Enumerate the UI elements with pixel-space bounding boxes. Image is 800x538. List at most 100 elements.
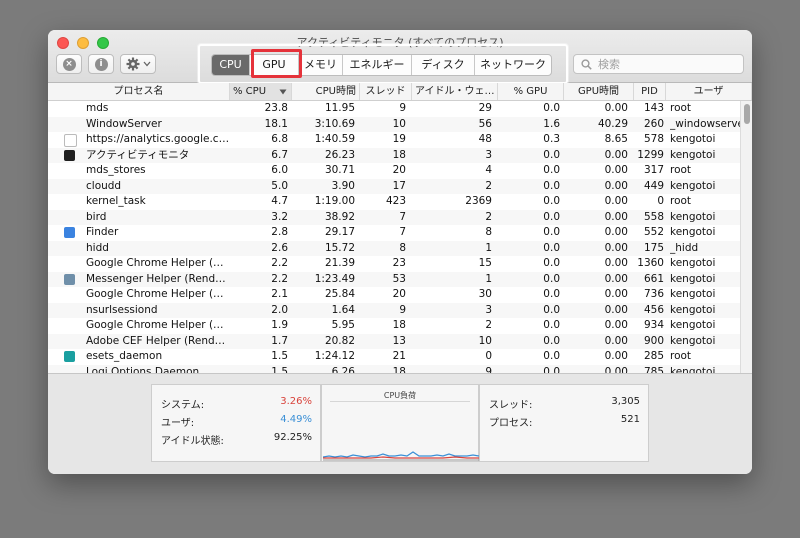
user-label: ユーザ: (161, 418, 195, 429)
cell-cpu-percent: 23.8 (264, 102, 288, 114)
cell-pid: 900 (643, 334, 664, 347)
cell-name: Google Chrome Helper (Renderer) (86, 319, 230, 331)
cell-cpu-percent: 6.8 (271, 133, 288, 145)
quit-process-button[interactable]: × (56, 54, 82, 74)
cell-cpu-time: 21.39 (324, 257, 355, 269)
cell-cpu-percent: 6.7 (271, 148, 288, 161)
table-row[interactable]: Logi Options Daemon 1.5 6.26 18 9 0.0 0.00 785 k… (48, 364, 740, 374)
cell-pid: 175 (643, 241, 664, 254)
cell-gpu-time: 0.00 (604, 272, 628, 285)
table-row[interactable]: mds_stores 6.0 30.71 20 4 0.0 0.00 317 root (48, 163, 740, 179)
col-cpu-time[interactable]: CPU時間 (292, 83, 360, 100)
cell-cpu-time: 1:23.49 (314, 272, 355, 285)
cell-gpu-time: 8.65 (604, 133, 628, 145)
eset-icon (64, 351, 75, 362)
table-row[interactable]: hidd 2.6 15.72 8 1 0.0 0.00 175 _hidd (48, 240, 740, 256)
inspect-process-button[interactable]: i (88, 54, 114, 74)
col-idle-wakeups[interactable]: アイドル・ウェ… (412, 83, 498, 100)
cell-name: hidd (86, 241, 109, 254)
activity-monitor-window: アクティビティモニタ (すべてのプロセス) × i CPU GPU メモリ エネ… (48, 30, 752, 474)
table-row[interactable]: アクティビティモニタ 6.7 26.23 18 3 0.0 0.00 1299 kengotoi (48, 147, 740, 163)
col-pid[interactable]: PID (634, 83, 666, 100)
table-row[interactable]: WindowServer 18.1 3:10.69 10 56 1.6 40.29 260 _w… (48, 116, 740, 132)
cell-pid: 578 (643, 133, 664, 145)
cell-user: _windowserver (670, 117, 740, 130)
cell-cpu-time: 26.23 (324, 148, 355, 161)
cell-gpu-percent: 0.0 (543, 319, 560, 331)
cell-cpu-time: 1.64 (331, 303, 355, 316)
cell-user: root (670, 350, 692, 362)
col-user[interactable]: ユーザ (666, 83, 752, 100)
tab-network[interactable]: ネットワーク (475, 55, 551, 75)
col-gpu-time[interactable]: GPU時間 (564, 83, 634, 100)
cell-gpu-time: 0.00 (604, 350, 628, 362)
cell-user: kengotoi (670, 319, 716, 331)
cell-idle-wakeups: 2 (485, 319, 492, 331)
table-row[interactable]: esets_daemon 1.5 1:24.12 21 0 0.0 0.00 285 root (48, 349, 740, 365)
tab-memory[interactable]: メモリ (299, 55, 343, 75)
cell-idle-wakeups: 1 (485, 241, 492, 254)
cell-idle-wakeups: 29 (478, 102, 492, 114)
table-row[interactable]: https://analytics.google.com 6.8 1:40.59 19… (48, 132, 740, 148)
table-row[interactable]: nsurlsessiond 2.0 1.64 9 3 0.0 0.00 456 kengotoi (48, 302, 740, 318)
cell-threads: 9 (399, 102, 406, 114)
user-value: 4.49% (280, 414, 312, 425)
cell-cpu-percent: 18.1 (264, 117, 288, 130)
cell-gpu-time: 0.00 (604, 334, 628, 347)
cell-cpu-time: 25.84 (324, 288, 355, 300)
cell-cpu-time: 38.92 (324, 210, 355, 223)
tab-disk[interactable]: ディスク (412, 55, 475, 75)
col-process-name[interactable]: プロセス名 (48, 83, 230, 100)
cell-threads: 10 (392, 117, 406, 130)
table-row[interactable]: Google Chrome Helper (Renderer) 1.9 5.95 18… (48, 318, 740, 334)
table-row[interactable]: Google Chrome Helper (Renderer) 2.1 25.84 2… (48, 287, 740, 303)
cell-idle-wakeups: 2369 (465, 195, 492, 207)
cell-idle-wakeups: 3 (485, 148, 492, 161)
cell-name: mds (86, 102, 109, 114)
tab-energy[interactable]: エネルギー (343, 55, 412, 75)
info-icon: i (94, 57, 108, 71)
table-row[interactable]: Finder 2.8 29.17 7 8 0.0 0.00 552 kengotoi (48, 225, 740, 241)
table-row[interactable]: cloudd 5.0 3.90 17 2 0.0 0.00 449 kengotoi (48, 178, 740, 194)
table-row[interactable]: mds 23.8 11.95 9 29 0.0 0.00 143 root (48, 101, 740, 117)
cell-cpu-time: 1:19.00 (314, 195, 355, 207)
table-row[interactable]: kernel_task 4.7 1:19.00 423 2369 0.0 0.00 0 root (48, 194, 740, 210)
cell-cpu-percent: 2.2 (271, 257, 288, 269)
cell-threads: 18 (392, 319, 406, 331)
titlebar: アクティビティモニタ (すべてのプロセス) × i CPU GPU メモリ エネ… (48, 30, 752, 84)
cell-cpu-time: 6.26 (331, 365, 355, 374)
cell-gpu-percent: 0.0 (543, 365, 560, 374)
cell-gpu-percent: 0.0 (543, 210, 560, 223)
graph-title: CPU負荷 (383, 391, 417, 400)
cell-gpu-percent: 0.0 (543, 195, 560, 207)
process-list: mds 23.8 11.95 9 29 0.0 0.00 143 root WindowServe… (48, 101, 740, 373)
col-threads[interactable]: スレッド (360, 83, 412, 100)
cell-cpu-percent: 2.8 (271, 226, 288, 238)
summary-footer: システム: 3.26% ユーザ: 4.49% アイドル状態: 92.25% CP… (48, 373, 752, 474)
cell-gpu-time: 0.00 (604, 319, 628, 331)
scroll-thumb[interactable] (744, 104, 750, 124)
col-gpu-percent[interactable]: % GPU (498, 83, 564, 100)
system-label: システム: (161, 400, 205, 411)
table-row[interactable]: Adobe CEF Helper (Renderer) 1.7 20.82 13 10 0… (48, 333, 740, 349)
col-cpu-percent[interactable]: % CPU (230, 83, 292, 100)
table-row[interactable]: Google Chrome Helper (Renderer) 2.2 21.39 2… (48, 256, 740, 272)
cell-gpu-time: 0.00 (604, 288, 628, 300)
cell-user: kengotoi (670, 365, 716, 374)
cell-idle-wakeups: 10 (478, 334, 492, 347)
activity-monitor-icon (64, 149, 75, 161)
cell-cpu-time: 29.17 (324, 226, 355, 238)
cell-user: root (670, 102, 692, 114)
cell-idle-wakeups: 2 (485, 179, 492, 192)
cell-gpu-time: 0.00 (604, 303, 628, 316)
table-row[interactable]: bird 3.2 38.92 7 2 0.0 0.00 558 kengotoi (48, 209, 740, 225)
cell-threads: 17 (392, 179, 406, 192)
tab-cpu[interactable]: CPU (212, 55, 250, 75)
action-menu-button[interactable] (120, 54, 156, 74)
cell-cpu-percent: 1.5 (271, 365, 288, 374)
vertical-scrollbar[interactable] (740, 101, 752, 373)
search-field[interactable]: 検索 (573, 54, 744, 74)
cell-cpu-percent: 1.5 (271, 350, 288, 362)
table-row[interactable]: Messenger Helper (Renderer) 2.2 1:23.49 53 1… (48, 271, 740, 287)
cell-cpu-percent: 1.9 (271, 319, 288, 331)
